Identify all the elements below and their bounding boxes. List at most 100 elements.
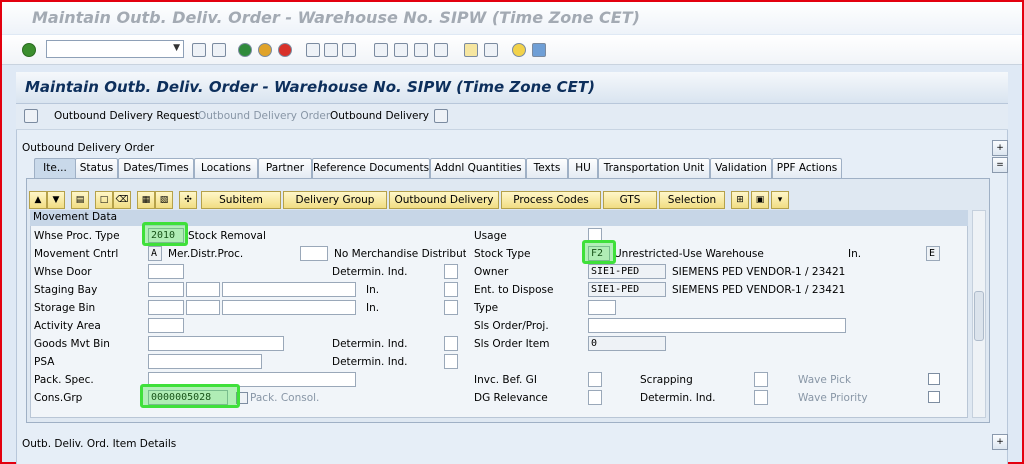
screen-header: Maintain Outb. Deliv. Order - Warehouse … xyxy=(16,72,1008,104)
scrollbar-thumb[interactable] xyxy=(974,291,984,341)
previous-page-icon[interactable] xyxy=(394,43,408,57)
hierarchy-icon[interactable]: ⊞ xyxy=(731,191,749,209)
ent-to-dispose-field[interactable]: SIE1-PED xyxy=(588,282,666,297)
chevron-down-icon[interactable]: ▼ xyxy=(173,43,180,53)
tab-ppf-actions[interactable]: PPF Actions xyxy=(772,158,842,178)
determin-ind-3-field[interactable] xyxy=(444,354,458,369)
subitem-button[interactable]: Subitem xyxy=(201,191,281,209)
pack-spec-label: Pack. Spec. xyxy=(34,374,94,386)
storage-bin-field-3[interactable] xyxy=(222,300,356,315)
staging-bay-field-2[interactable] xyxy=(186,282,220,297)
first-page-icon[interactable] xyxy=(374,43,388,57)
sls-order-proj-field[interactable] xyxy=(588,318,846,333)
tab-status[interactable]: Status xyxy=(75,158,118,178)
selection-button[interactable]: Selection xyxy=(659,191,725,209)
print-icon[interactable] xyxy=(306,43,320,57)
owner-field[interactable]: SIE1-PED xyxy=(588,264,666,279)
enter-icon[interactable] xyxy=(22,43,36,57)
wave-priority-label: Wave Priority xyxy=(798,392,868,404)
mer-distr-field[interactable] xyxy=(300,246,328,261)
expand-icon[interactable]: + xyxy=(992,140,1008,156)
in-3-field[interactable]: E xyxy=(926,246,940,261)
collapse-icon[interactable]: = xyxy=(992,157,1008,173)
dg-relevance-field[interactable] xyxy=(588,390,602,405)
determin-ind-2-field[interactable] xyxy=(444,336,458,351)
outbound-delivery-request-button[interactable]: Outbound Delivery Request xyxy=(54,110,199,122)
deselect-icon[interactable]: ▧ xyxy=(155,191,173,209)
next-page-icon[interactable] xyxy=(414,43,428,57)
tab-reference-documents[interactable]: Reference Documents xyxy=(312,158,430,178)
determin-ind-4-label: Determin. Ind. xyxy=(640,392,716,404)
scrapping-field[interactable] xyxy=(754,372,768,387)
delete-icon[interactable]: ⌫ xyxy=(113,191,131,209)
layout-settings-icon[interactable]: ▣ xyxy=(751,191,769,209)
tab-addnl-quantities[interactable]: Addnl Quantities xyxy=(430,158,526,178)
tab-dates-times[interactable]: Dates/Times xyxy=(118,158,194,178)
scroll-icon[interactable] xyxy=(434,109,448,123)
cancel-icon[interactable] xyxy=(278,43,292,57)
application-toolbar: Outbound Delivery Request Outbound Deliv… xyxy=(16,104,1008,130)
outbound-delivery-order-button: Outbound Delivery Order xyxy=(198,110,331,122)
select-all-icon[interactable]: ▦ xyxy=(137,191,155,209)
tab-texts[interactable]: Texts xyxy=(526,158,568,178)
outbound-delivery-button[interactable]: Outbound Delivery xyxy=(330,110,429,122)
highlight-whse-proc-type xyxy=(142,222,188,246)
back-icon[interactable] xyxy=(238,43,252,57)
back-triangle-icon[interactable] xyxy=(192,43,206,57)
storage-bin-label: Storage Bin xyxy=(34,302,96,314)
stock-type-desc: Unrestricted-Use Warehouse xyxy=(614,248,764,260)
tab-locations[interactable]: Locations xyxy=(194,158,258,178)
document-flow-icon[interactable] xyxy=(24,109,38,123)
scroll-up-icon[interactable]: ▲ xyxy=(29,191,47,209)
layout-icon[interactable] xyxy=(532,43,546,57)
tab-hu[interactable]: HU xyxy=(568,158,598,178)
type-field[interactable] xyxy=(588,300,616,315)
storage-bin-field-2[interactable] xyxy=(186,300,220,315)
tab-validation[interactable]: Validation xyxy=(710,158,772,178)
in-1-field[interactable] xyxy=(444,282,458,297)
menu-dropdown-icon[interactable]: ▾ xyxy=(771,191,789,209)
in-2-field[interactable] xyxy=(444,300,458,315)
new-session-icon[interactable] xyxy=(464,43,478,57)
help-icon[interactable] xyxy=(512,43,526,57)
process-codes-button[interactable]: Process Codes xyxy=(501,191,601,209)
save-icon[interactable] xyxy=(212,43,226,57)
tab-partner[interactable]: Partner xyxy=(258,158,312,178)
invc-bef-gi-field[interactable] xyxy=(588,372,602,387)
staging-bay-field-3[interactable] xyxy=(222,282,356,297)
exit-icon[interactable] xyxy=(258,43,272,57)
find-icon[interactable] xyxy=(324,43,338,57)
movement-cntrl-field[interactable]: A xyxy=(148,246,162,261)
scroll-down-icon[interactable]: ▼ xyxy=(47,191,65,209)
section-label: Outbound Delivery Order xyxy=(22,142,155,154)
system-toolbar: ▼ xyxy=(2,35,1022,65)
storage-bin-field-1[interactable] xyxy=(148,300,184,315)
create-icon[interactable]: □ xyxy=(95,191,113,209)
tab-transportation-unit[interactable]: Transportation Unit xyxy=(598,158,710,178)
expand-details-icon[interactable]: + xyxy=(992,434,1008,450)
gts-button[interactable]: GTS xyxy=(603,191,657,209)
find-next-icon[interactable] xyxy=(342,43,356,57)
determin-ind-4-field[interactable] xyxy=(754,390,768,405)
shortcut-icon[interactable] xyxy=(484,43,498,57)
outbound-delivery-subbutton[interactable]: Outbound Delivery xyxy=(389,191,499,209)
activity-area-field[interactable] xyxy=(148,318,184,333)
tab-items[interactable]: Ite... xyxy=(34,158,76,178)
wave-priority-checkbox[interactable] xyxy=(928,391,940,403)
staging-bay-field-1[interactable] xyxy=(148,282,184,297)
staging-bay-label: Staging Bay xyxy=(34,284,98,296)
configure-icon[interactable]: ✣ xyxy=(179,191,197,209)
detail-icon[interactable]: ▤ xyxy=(71,191,89,209)
window-title-bar: Maintain Outb. Deliv. Order - Warehouse … xyxy=(2,2,1022,34)
last-page-icon[interactable] xyxy=(434,43,448,57)
sls-order-item-field[interactable]: 0 xyxy=(588,336,666,351)
delivery-group-button[interactable]: Delivery Group xyxy=(283,191,387,209)
wave-pick-checkbox[interactable] xyxy=(928,373,940,385)
goods-mvt-bin-field[interactable] xyxy=(148,336,284,351)
psa-field[interactable] xyxy=(148,354,262,369)
determin-ind-1-field[interactable] xyxy=(444,264,458,279)
command-field[interactable]: ▼ xyxy=(46,40,184,58)
in-3-label: In. xyxy=(848,248,862,260)
whse-door-field[interactable] xyxy=(148,264,184,279)
vertical-scrollbar[interactable] xyxy=(972,210,986,418)
